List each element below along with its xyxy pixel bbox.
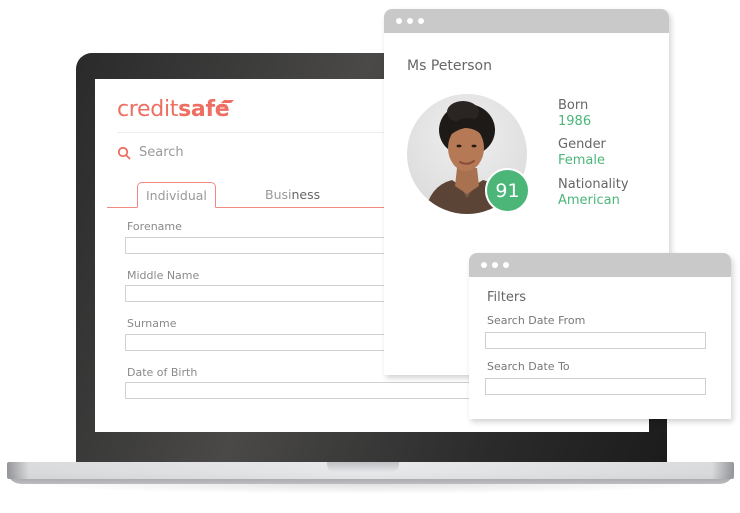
tab-business-label: Busi	[265, 187, 292, 202]
laptop-shadow	[20, 484, 720, 494]
profile-name: Ms Peterson	[407, 58, 492, 74]
detail-value: 1986	[558, 114, 592, 129]
detail-value: American	[558, 193, 620, 208]
detail-born: Born 1986	[558, 98, 591, 130]
window-dot-icon	[492, 262, 498, 268]
search-date-from-input[interactable]	[485, 332, 706, 349]
detail-gender: Gender Female	[558, 137, 606, 169]
search-label[interactable]: Search	[139, 145, 184, 160]
window-dot-icon	[418, 18, 424, 24]
profile-window-titlebar[interactable]	[384, 9, 669, 33]
window-dot-icon	[481, 262, 487, 268]
logo-text-credit: credit	[117, 97, 179, 122]
laptop-base	[7, 462, 734, 484]
filters-window-titlebar[interactable]	[469, 253, 731, 277]
window-dot-icon	[396, 18, 402, 24]
middle-name-label: Middle Name	[127, 269, 200, 282]
window-dot-icon	[407, 18, 413, 24]
search-date-to-label: Search Date To	[487, 360, 570, 373]
search-date-to-input[interactable]	[485, 378, 706, 395]
tab-business-label-end: ness	[291, 187, 321, 202]
logo-mark-icon	[220, 100, 234, 108]
tab-business[interactable]: Business	[257, 182, 328, 208]
search-icon	[117, 146, 131, 159]
detail-value: Female	[558, 153, 606, 168]
filters-window: Filters Search Date From Search Date To	[469, 253, 731, 419]
forename-label: Forename	[127, 220, 182, 233]
creditsafe-logo: creditsafe	[117, 97, 230, 122]
detail-label: Gender	[558, 137, 606, 152]
tab-individual[interactable]: Individual	[137, 182, 216, 208]
filters-title: Filters	[487, 290, 526, 305]
detail-label: Born	[558, 98, 589, 113]
detail-nationality: Nationality American	[558, 177, 629, 209]
detail-label: Nationality	[558, 177, 629, 192]
search-bar[interactable]: Search	[117, 145, 184, 160]
surname-label: Surname	[127, 317, 177, 330]
search-date-from-label: Search Date From	[487, 314, 586, 327]
score-badge: 91	[485, 168, 530, 213]
window-dot-icon	[503, 262, 509, 268]
laptop-notch	[327, 462, 399, 472]
date-of-birth-label: Date of Birth	[127, 366, 198, 379]
